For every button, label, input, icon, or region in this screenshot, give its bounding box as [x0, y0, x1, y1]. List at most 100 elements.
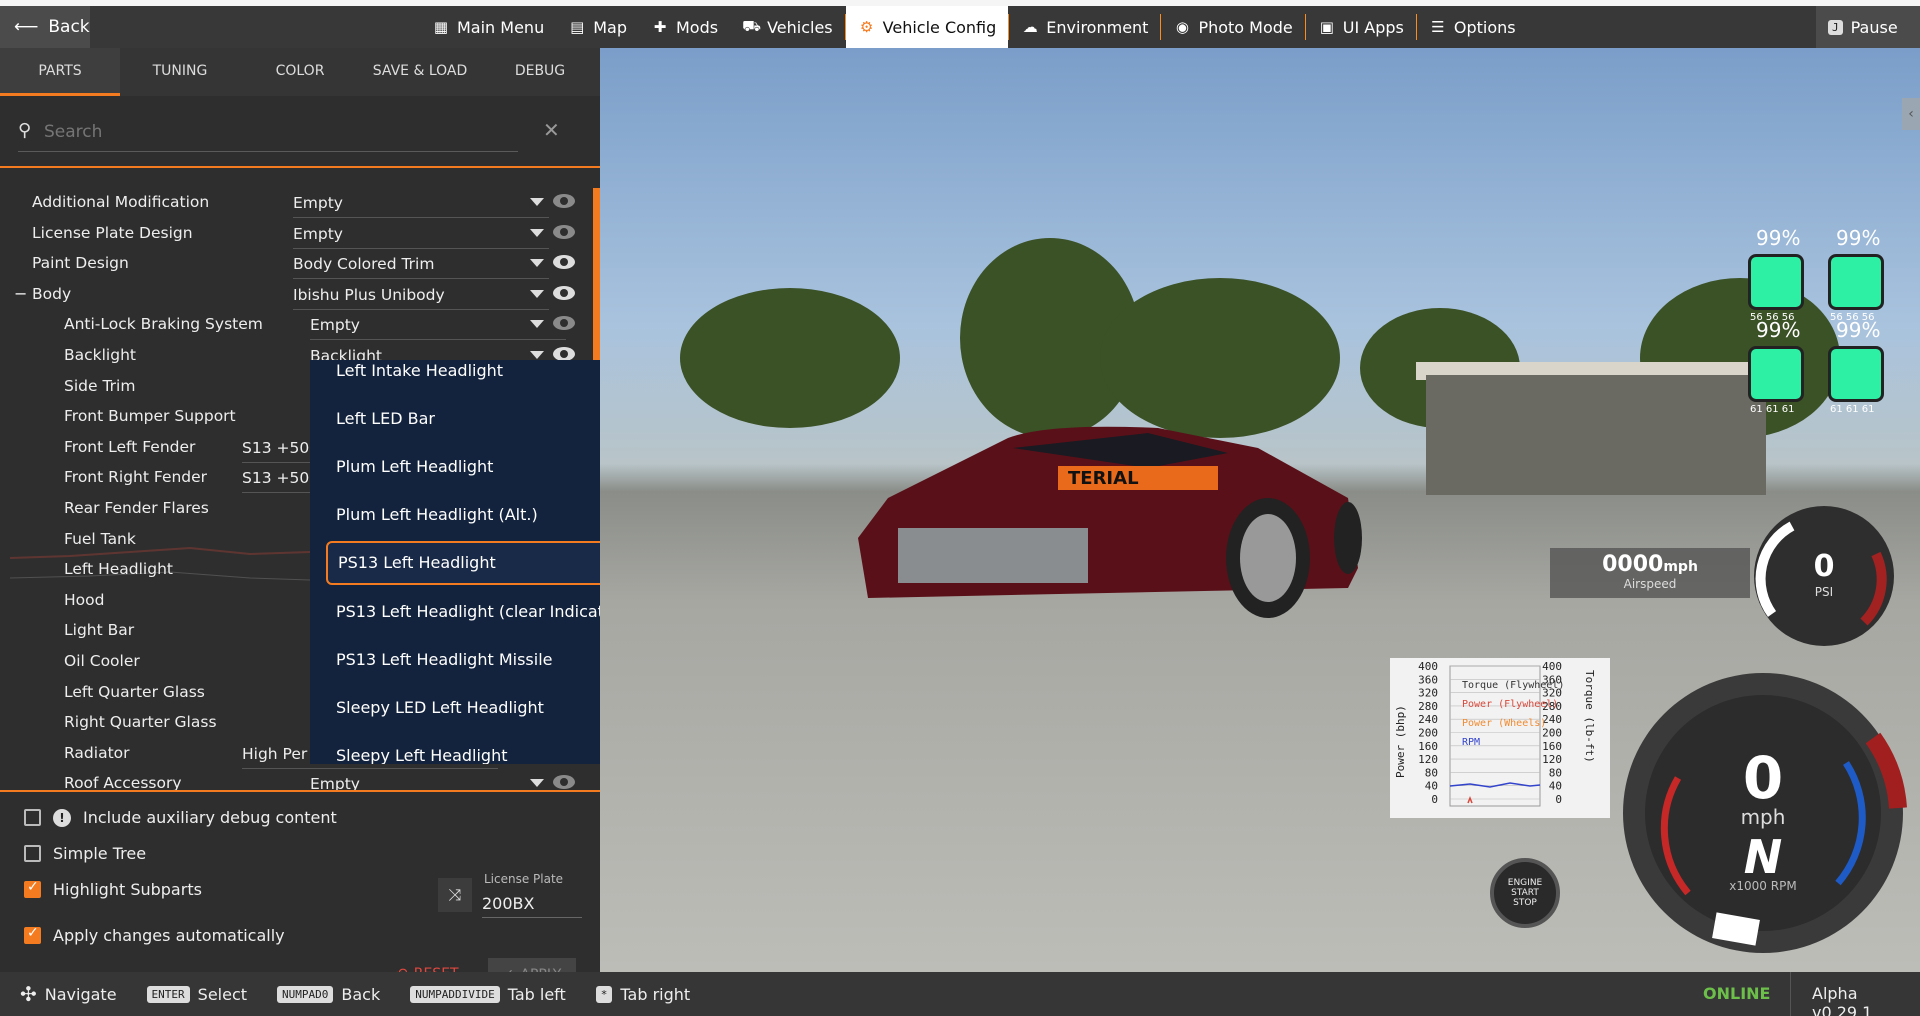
building [1426, 375, 1766, 495]
part-name: Rear Fender Flares [64, 499, 209, 517]
car-model[interactable]: TERIAL [828, 388, 1368, 628]
part-row[interactable]: Additional Modification Empty [0, 188, 590, 218]
info-icon: ! [53, 808, 71, 827]
tacho-unit: mph [1741, 805, 1786, 829]
airspeed-app: 0000mph Airspeed [1550, 548, 1750, 598]
clear-search-icon[interactable]: ✕ [543, 118, 560, 142]
part-name: Left Headlight [64, 560, 173, 579]
menu-label: Mods [675, 17, 719, 37]
highlight-subparts-option[interactable]: Highlight Subparts [24, 879, 202, 899]
back-label: Back [48, 17, 90, 37]
part-row[interactable]: Roof Accessory Empty [0, 769, 590, 790]
random-plate-button[interactable]: ⤨ [438, 878, 472, 912]
left-tick-label: 320 [1418, 687, 1438, 700]
tire-wear-percent: 99% [1756, 318, 1801, 342]
part-name: Fuel Tank [64, 529, 136, 548]
part-name: Front Bumper Support [64, 407, 236, 426]
part-select[interactable]: Empty [293, 194, 549, 218]
chevron-down-icon[interactable] [530, 198, 544, 206]
part-select[interactable]: Empty [293, 225, 549, 249]
left-tick-label: 80 [1425, 766, 1438, 779]
eye-icon[interactable] [553, 285, 575, 300]
tab-tuning[interactable]: TUNING [120, 48, 240, 96]
aux-debug-checkbox[interactable] [24, 809, 41, 826]
part-row[interactable]: − Body Ibishu Plus Unibody [0, 280, 590, 310]
part-name: License Plate Design [32, 223, 193, 242]
menu-photo-mode[interactable]: ◉ Photo Mode [1161, 6, 1304, 48]
keybind-label: Back [341, 984, 381, 1004]
keycap: NUMPADDIVIDE [410, 985, 500, 1003]
back-button[interactable]: ⟵ Back [0, 6, 90, 48]
keybind-hints: ✣ Navigate ENTER Select NUMPAD0 Back NUMPADDIV… [0, 982, 690, 1006]
menu-ui-apps[interactable]: ▣ UI Apps [1306, 6, 1416, 48]
part-select[interactable]: Body Colored Trim [293, 255, 549, 280]
menu-label: Main Menu [457, 17, 545, 37]
chevron-down-icon[interactable] [530, 779, 544, 788]
tacho-rpm-label: x1000 RPM [1729, 879, 1796, 893]
tab-debug[interactable]: DEBUG [480, 48, 600, 96]
tire-icon [1828, 346, 1884, 402]
3d-viewport[interactable]: TERIAL 0000mph Airspeed 99% 56 56 56 99% 56… [600, 48, 1920, 972]
aux-debug-option[interactable]: ! Include auxiliary debug content [24, 808, 337, 827]
status-divider [1790, 972, 1791, 1016]
highlight-subparts-checkbox[interactable] [24, 879, 41, 898]
part-select[interactable]: Ibishu Plus Unibody [293, 286, 549, 310]
license-plate-input[interactable] [482, 890, 582, 918]
camera-icon: ◉ [1175, 18, 1189, 36]
part-select[interactable]: Empty [310, 316, 566, 341]
status-bar: ✣ Navigate ENTER Select NUMPAD0 Back NUMPADDIV… [0, 972, 1920, 1016]
right-tick-label: 400 [1542, 660, 1562, 673]
menu-mods[interactable]: ✚ Mods [639, 6, 730, 48]
tab-save-load[interactable]: SAVE & LOAD [360, 48, 480, 96]
part-select[interactable]: Empty [310, 775, 566, 790]
keycap: ENTER [146, 985, 190, 1003]
sliders-icon: ☰ [1431, 18, 1445, 36]
car-icon: ⛟ [742, 17, 761, 35]
menu-environment[interactable]: ☁ Environment [1009, 6, 1160, 48]
chevron-down-icon[interactable] [530, 259, 544, 268]
left-axis-label: Power (bhp) [1394, 705, 1407, 778]
chevron-down-icon[interactable] [530, 351, 544, 359]
part-row[interactable]: Paint Design Body Colored Trim [0, 249, 590, 280]
part-row[interactable]: License Plate Design Empty [0, 219, 590, 249]
top-menu-bar: ⟵ Back ▦ Main Menu ▤ Map ✚ Mods ⛟ Vehicles ⚙ Vehi… [0, 0, 1920, 48]
grid-icon: ▦ [433, 18, 449, 36]
tab-color[interactable]: COLOR [240, 48, 360, 96]
search-input[interactable] [18, 112, 518, 152]
apply-auto-option[interactable]: Apply changes automatically [24, 925, 285, 945]
apply-auto-checkbox[interactable] [24, 925, 41, 944]
main-menu: ▦ Main Menu ▤ Map ✚ Mods ⛟ Vehicles ⚙ Vehicle Con… [420, 6, 1528, 48]
simple-tree-option[interactable]: Simple Tree [24, 844, 146, 863]
eye-icon[interactable] [553, 775, 575, 790]
keybind-label: Tab right [620, 984, 691, 1004]
part-name: Front Right Fender [64, 468, 208, 487]
tacho-speed: 0 [1743, 744, 1783, 812]
part-name: Front Left Fender [64, 437, 196, 456]
part-row[interactable]: Anti-Lock Braking System Empty [0, 310, 590, 341]
right-tick-label: 0 [1555, 793, 1562, 806]
eye-icon[interactable] [553, 194, 575, 208]
chevron-down-icon[interactable] [530, 320, 544, 329]
menu-main-menu[interactable]: ▦ Main Menu [420, 6, 556, 48]
part-name: Hood [64, 590, 105, 609]
simple-tree-checkbox[interactable] [24, 845, 41, 862]
eye-icon[interactable] [553, 255, 575, 270]
collapse-icon[interactable]: − [14, 284, 27, 303]
tab-parts[interactable]: PARTS [0, 48, 120, 96]
chevron-down-icon[interactable] [530, 228, 544, 237]
right-tick-label: 40 [1549, 780, 1562, 793]
eye-icon[interactable] [553, 347, 575, 361]
menu-label: UI Apps [1342, 17, 1404, 37]
chevron-down-icon[interactable] [530, 289, 544, 298]
menu-options[interactable]: ☰ Options [1417, 6, 1528, 48]
menu-map[interactable]: ▤ Map [556, 6, 639, 48]
highlight-subparts-label: Highlight Subparts [53, 880, 202, 899]
eye-icon[interactable] [553, 224, 575, 239]
collapse-sidebar-icon[interactable]: ‹ [1902, 98, 1920, 130]
engine-start-stop-button[interactable]: ENGINE START STOP [1490, 858, 1560, 928]
eye-icon[interactable] [553, 316, 575, 331]
menu-vehicles[interactable]: ⛟ Vehicles [730, 6, 845, 48]
menu-vehicle-config[interactable]: ⚙ Vehicle Config [845, 6, 1009, 48]
pause-button[interactable]: J Pause [1816, 6, 1920, 48]
simple-tree-label: Simple Tree [53, 844, 147, 863]
